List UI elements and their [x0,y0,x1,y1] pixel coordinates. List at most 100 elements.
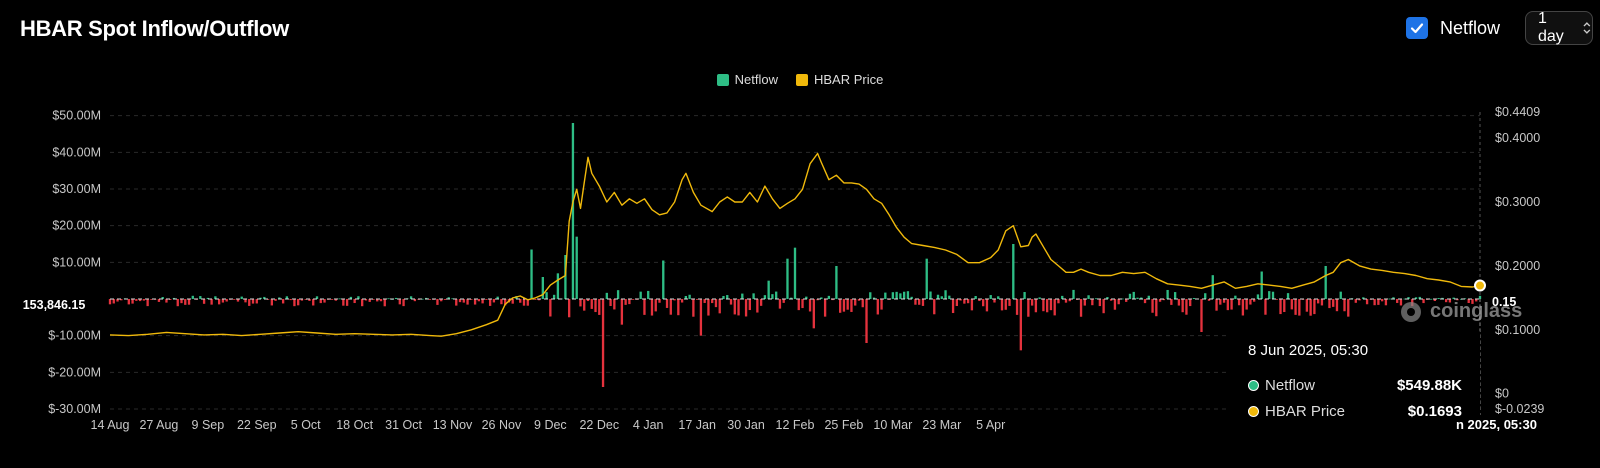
netflow-bar [605,292,608,299]
netflow-bar [534,299,537,300]
netflow-bar [966,299,970,304]
netflow-bar [613,299,616,310]
netflow-bar [1437,298,1440,299]
netflow-bar [741,293,744,299]
netflow-bar [1117,299,1120,305]
netflow-bar [650,299,654,316]
netflow-bar [202,299,206,304]
netflow-bar [342,299,345,306]
netflow-bar [1343,299,1346,312]
netflow-bar [933,299,936,315]
netflow-bar [1098,299,1102,307]
netflow-bar [221,299,225,303]
netflow-bar [759,299,763,306]
netflow-bar [1008,299,1011,306]
netflow-bar [379,299,383,302]
netflow-bar [485,299,488,300]
netflow-bar [1290,299,1293,310]
netflow-bar [1478,295,1482,299]
netflow-bar [1219,299,1222,305]
netflow-bar [929,291,932,299]
netflow-bar [353,299,356,304]
netflow-bar [1222,299,1226,303]
netflow-bar [643,299,646,315]
netflow-bar [756,299,759,313]
netflow-bar [699,299,703,336]
netflow-bar [1034,299,1038,313]
netflow-bar [1256,294,1260,299]
netflow-bar [1332,299,1335,307]
netflow-bar [361,299,364,307]
left-tick-label-6: $-20.00M [48,365,101,379]
x-tick-label-16: 10 Mar [873,418,912,432]
netflow-bar [918,299,921,305]
netflow-bar [835,266,838,299]
netflow-bar [297,299,300,306]
netflow-bar [1072,289,1075,299]
netflow-bar [549,299,552,317]
netflow-bar [1083,299,1086,306]
netflow-bar [293,299,296,307]
x-tick-label-4: 5 Oct [291,418,321,432]
netflow-bar [575,236,578,299]
netflow-bar [477,299,481,302]
netflow-bar [1309,299,1312,316]
netflow-bar [628,299,631,305]
netflow-bar [1339,291,1342,299]
netflow-bar [1268,291,1271,299]
netflow-bar [1298,299,1301,316]
x-tick-label-13: 30 Jan [727,418,765,432]
netflow-bar [711,299,714,304]
netflow-bar [319,299,322,304]
netflow-bar [270,299,274,306]
netflow-bar [398,299,401,305]
netflow-bar [1294,299,1297,315]
x-tick-label-15: 25 Feb [824,418,863,432]
netflow-bar [914,299,917,305]
netflow-bar [921,299,925,306]
netflow-bar [240,296,243,299]
x-tick-label-3: 22 Sep [237,418,277,432]
netflow-bar [594,299,597,313]
netflow-bar [590,299,593,309]
netflow-bar [970,299,974,311]
netflow-bar [1027,299,1030,317]
netflow-bar [1230,299,1233,310]
netflow-bar [842,299,846,312]
netflow-bar [1038,297,1041,299]
netflow-bar [1151,299,1154,313]
netflow-bar [703,299,706,303]
right-tick-label-3: $0.2000 [1495,259,1540,273]
netflow-bar [443,299,447,300]
netflow-bar [1132,291,1135,299]
netflow-bar [944,290,947,299]
x-tick-label-7: 13 Nov [433,418,473,432]
right-tick-label-6: $-0.0239 [1495,402,1544,416]
chart-tooltip: 8 Jun 2025, 05:30 Netflow $549.88K HBAR … [1228,327,1480,445]
netflow-bar [1170,299,1173,305]
netflow-bar [146,299,149,307]
netflow-bar [609,299,612,307]
netflow-bar [330,299,334,300]
netflow-bar [744,299,748,317]
netflow-bar [846,299,849,310]
tooltip-row-price: HBAR Price $0.1693 [1248,403,1462,420]
netflow-bar [1241,299,1245,316]
netflow-bar [511,299,514,304]
netflow-bar [677,299,680,316]
netflow-bar [692,299,695,317]
netflow-bar [718,299,721,314]
netflow-bar [1185,299,1188,315]
netflow-bar [737,299,740,316]
netflow-bar [1155,299,1158,317]
netflow-bar [402,299,405,307]
netflow-bar [583,299,586,311]
tooltip-name-netflow: Netflow [1265,377,1316,394]
netflow-bar [936,294,940,299]
netflow-bar [1053,299,1056,316]
netflow-bar [1365,299,1369,305]
x-tick-label-8: 26 Nov [482,418,522,432]
tooltip-dot-price [1248,406,1259,417]
netflow-bar [255,299,258,304]
netflow-bar [1324,266,1327,299]
